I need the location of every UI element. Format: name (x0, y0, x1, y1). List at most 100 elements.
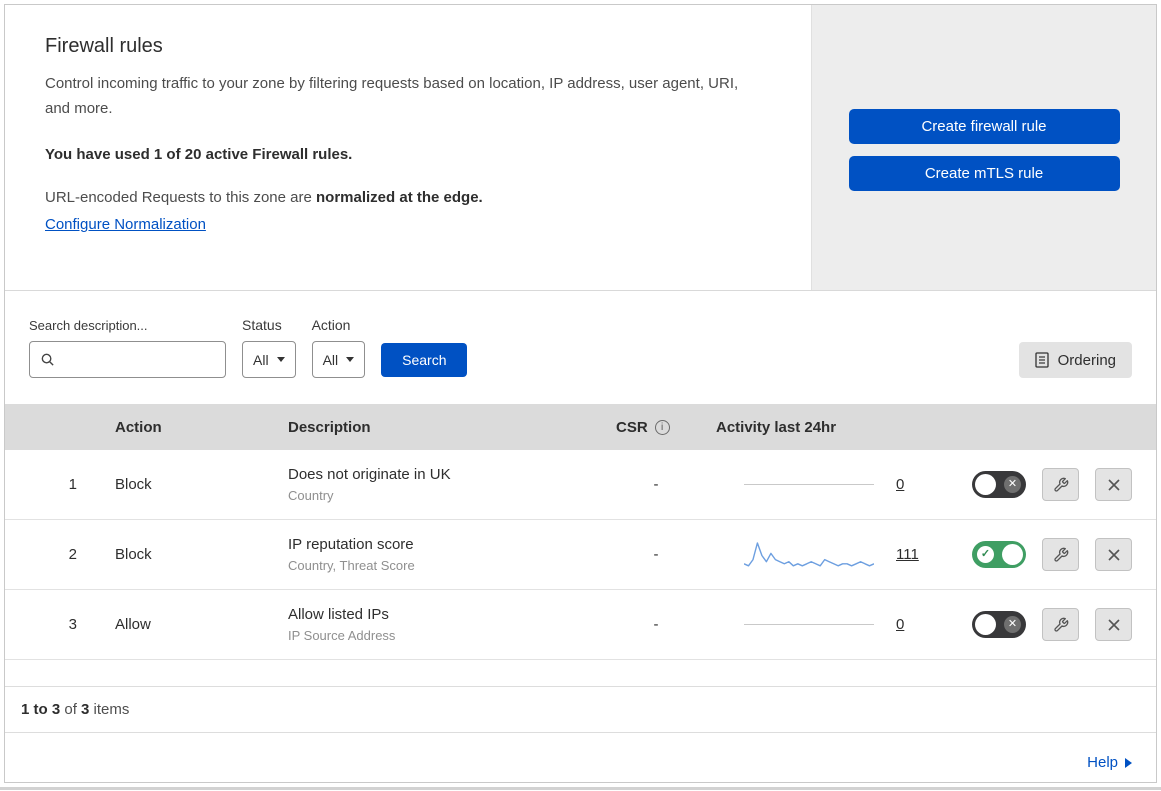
header-controls (928, 404, 1156, 450)
close-icon (1107, 548, 1120, 561)
rule-description-cell: IP reputation score Country, Threat Scor… (268, 520, 596, 589)
rule-action: Allow (115, 616, 151, 633)
activity-flatline (744, 624, 874, 625)
chevron-down-icon (346, 357, 355, 362)
header-activity: Activity last 24hr (716, 418, 837, 436)
ordering-button-label: Ordering (1057, 351, 1116, 369)
normalization-text: URL-encoded Requests to this zone are no… (45, 189, 771, 206)
search-label: Search description... (29, 318, 148, 333)
items-of: of (60, 701, 82, 718)
rule-criteria: Country (288, 488, 334, 503)
delete-rule-button[interactable] (1095, 538, 1132, 571)
edit-rule-button[interactable] (1042, 538, 1079, 571)
rule-csr: - (653, 476, 659, 493)
edit-rule-button[interactable] (1042, 608, 1079, 641)
info-icon[interactable]: i (654, 419, 670, 435)
activity-sparkline (743, 537, 875, 573)
toggle-knob (975, 474, 996, 495)
rules-table: Action Description CSR i Activity last 2… (5, 404, 1156, 660)
table-row: 1 Block Does not originate in UK Country… (5, 450, 1156, 520)
rule-activity-cell: 111 (696, 520, 928, 589)
rule-enable-toggle[interactable] (972, 611, 1026, 638)
rule-action: Block (115, 476, 152, 493)
page-bottom-divider (0, 787, 1161, 790)
table-row: 2 Block IP reputation score Country, Thr… (5, 520, 1156, 590)
table-header-row: Action Description CSR i Activity last 2… (5, 404, 1156, 450)
rule-criteria: IP Source Address (288, 628, 396, 643)
search-input[interactable] (63, 350, 215, 369)
delete-rule-button[interactable] (1095, 468, 1132, 501)
search-field[interactable] (29, 341, 226, 378)
page-description: Control incoming traffic to your zone by… (45, 75, 739, 117)
toggle-knob (975, 614, 996, 635)
table-gap (5, 660, 1156, 686)
items-label: items (89, 701, 130, 718)
rule-action: Block (115, 546, 152, 563)
action-label: Action (311, 317, 351, 333)
delete-rule-button[interactable] (1095, 608, 1132, 641)
wrench-icon (1053, 617, 1068, 632)
search-icon (41, 353, 54, 366)
configure-normalization-link[interactable]: Configure Normalization (45, 216, 206, 233)
activity-count-link[interactable]: 0 (896, 476, 904, 493)
items-range: 1 to 3 (21, 701, 61, 718)
help-link[interactable]: Help (1087, 754, 1118, 771)
usage-summary: You have used 1 of 20 active Firewall ru… (45, 145, 353, 163)
items-summary: 1 to 3 of 3 items (5, 686, 1156, 733)
action-select[interactable]: All (311, 341, 366, 378)
row-index: 2 (68, 546, 77, 563)
wrench-icon (1053, 547, 1068, 562)
rule-description: Does not originate in UK (288, 466, 451, 483)
rule-activity-cell: 0 (696, 450, 928, 519)
help-row: Help (5, 743, 1156, 782)
rule-description-cell: Does not originate in UK Country (268, 450, 596, 519)
rule-controls (928, 450, 1156, 519)
activity-flatline (744, 484, 874, 485)
header-index (5, 404, 95, 450)
toggle-state-icon (977, 546, 994, 563)
status-filter-group: Status All (242, 317, 296, 378)
firewall-rules-panel: Firewall rules Control incoming traffic … (4, 4, 1157, 783)
rule-controls (928, 590, 1156, 659)
close-icon (1107, 478, 1120, 491)
rule-activity-cell: 0 (696, 590, 928, 659)
header-csr-label: CSR (616, 418, 648, 436)
toggle-state-icon (1004, 616, 1021, 633)
wrench-icon (1053, 477, 1068, 492)
row-index: 1 (68, 476, 77, 493)
activity-count-link[interactable]: 111 (896, 546, 919, 563)
rule-csr: - (653, 546, 659, 563)
table-row: 3 Allow Allow listed IPs IP Source Addre… (5, 590, 1156, 660)
arrow-right-icon (1125, 757, 1132, 768)
row-index: 3 (68, 616, 77, 633)
normalization-bold: normalized at the edge. (316, 188, 483, 206)
list-icon (1034, 352, 1049, 368)
rule-csr: - (653, 616, 659, 633)
normalization-prefix: URL-encoded Requests to this zone are (45, 188, 316, 206)
status-selected-value: All (253, 351, 269, 368)
page-title: Firewall rules (45, 35, 163, 57)
create-firewall-rule-button[interactable]: Create firewall rule (848, 109, 1120, 144)
toggle-state-icon (1004, 476, 1021, 493)
edit-rule-button[interactable] (1042, 468, 1079, 501)
rule-controls (928, 520, 1156, 589)
status-label: Status (242, 317, 282, 333)
search-group: Search description... (29, 318, 226, 378)
header-action: Action (115, 418, 162, 436)
close-icon (1107, 618, 1120, 631)
header-description: Description (288, 418, 371, 436)
rule-description: Allow listed IPs (288, 606, 389, 623)
rule-enable-toggle[interactable] (972, 471, 1026, 498)
ordering-button[interactable]: Ordering (1018, 342, 1132, 378)
create-mtls-rule-button[interactable]: Create mTLS rule (848, 156, 1120, 191)
header-text-block: Firewall rules Control incoming traffic … (5, 5, 811, 290)
activity-count-link[interactable]: 0 (896, 616, 904, 633)
search-button[interactable]: Search (381, 343, 468, 377)
status-select[interactable]: All (242, 341, 296, 378)
toggle-knob (1002, 544, 1023, 565)
rule-enable-toggle[interactable] (972, 541, 1026, 568)
rule-description-cell: Allow listed IPs IP Source Address (268, 590, 596, 659)
action-selected-value: All (322, 351, 339, 368)
actions-panel: Create firewall rule Create mTLS rule (811, 5, 1156, 290)
header-csr: CSR i (596, 404, 696, 450)
